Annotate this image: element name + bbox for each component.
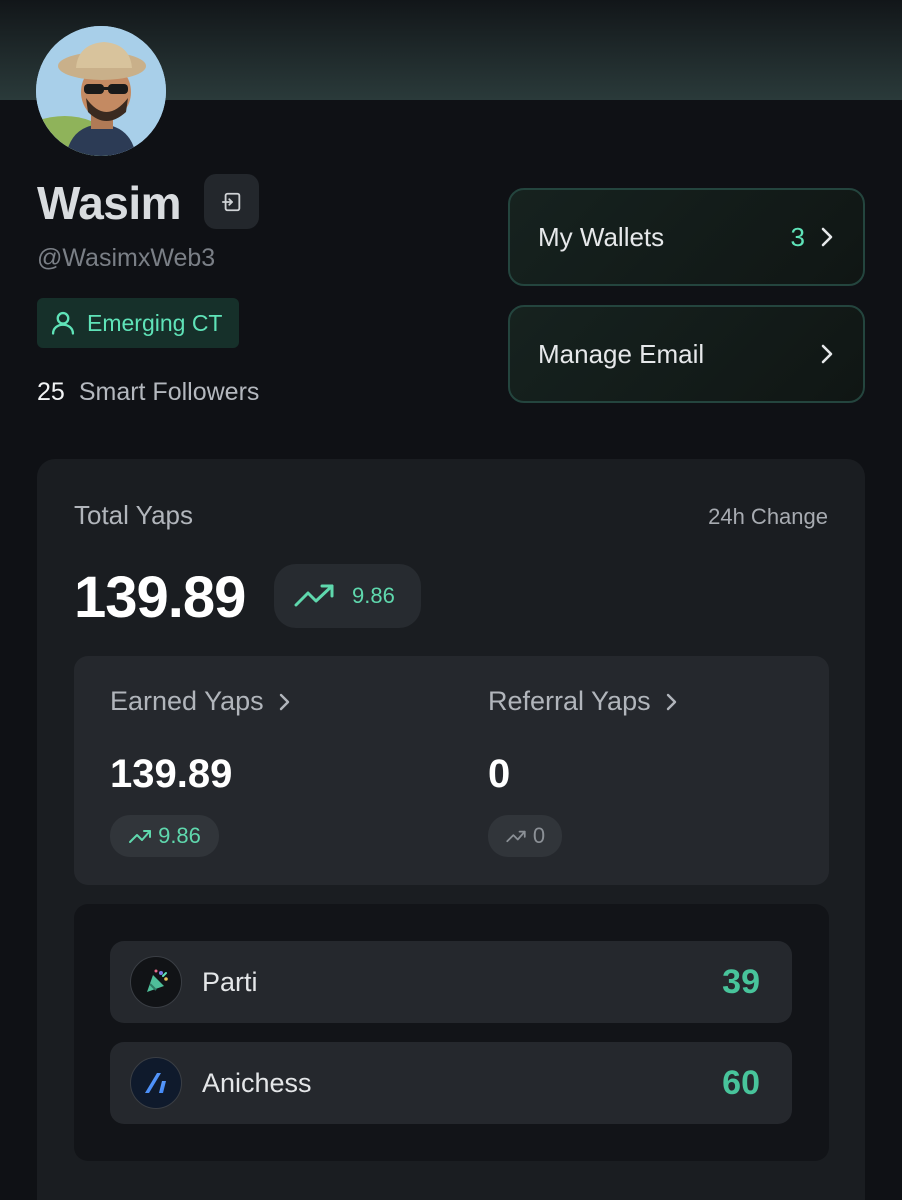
total-change-value: 9.86 (352, 583, 395, 608)
party-popper-icon (130, 956, 182, 1008)
list-item-anichess[interactable]: Anichess 60 (110, 1042, 792, 1124)
change-24h-label: 24h Change (708, 504, 828, 529)
wallets-count: 3 (790, 221, 805, 252)
my-wallets-label: My Wallets (538, 221, 665, 252)
smart-followers-label: Smart Followers (78, 378, 260, 406)
referral-change-value: 0 (532, 823, 546, 848)
user-icon (51, 311, 75, 335)
status-badge: Emerging CT (37, 298, 239, 348)
referral-yaps-value: 0 (488, 752, 511, 796)
trending-up-icon (294, 584, 334, 607)
profile-name: Wasim (37, 177, 182, 229)
my-wallets-button[interactable]: My Wallets 3 (508, 188, 865, 286)
earned-change-value: 9.86 (158, 823, 201, 848)
avatar[interactable] (36, 26, 166, 156)
trending-up-icon (506, 830, 526, 843)
total-change-pill: 9.86 (274, 564, 421, 628)
profile-handle: @WasimxWeb3 (37, 244, 216, 272)
earned-change-pill: 9.86 (110, 815, 219, 857)
manage-email-label: Manage Email (538, 338, 705, 369)
chevron-right-icon (666, 693, 676, 710)
manage-email-button[interactable]: Manage Email (508, 305, 865, 403)
smart-followers[interactable]: 25 Smart Followers (37, 378, 259, 407)
earned-yaps-link[interactable]: Earned Yaps (110, 686, 290, 717)
chevron-right-icon (819, 226, 835, 248)
total-yaps-value: 139.89 (74, 565, 246, 630)
earned-yaps-label: Earned Yaps (110, 686, 264, 716)
total-yaps-label: Total Yaps (74, 500, 194, 530)
anichess-logo-icon (130, 1057, 182, 1109)
chevron-right-icon (279, 693, 289, 710)
project-score: 39 (722, 962, 760, 1001)
profile-page: Wasim @WasimxWeb3 Emerging CT 25 Smart Fo… (0, 0, 902, 1200)
status-badge-label: Emerging CT (87, 309, 223, 336)
referral-yaps-label: Referral Yaps (488, 686, 651, 716)
logout-button[interactable] (204, 174, 259, 229)
referral-change-pill: 0 (488, 815, 562, 857)
chevron-right-icon (819, 343, 835, 365)
earned-yaps-value: 139.89 (110, 752, 233, 796)
smart-followers-count: 25 (37, 378, 65, 406)
project-score: 60 (722, 1063, 760, 1102)
logout-icon (221, 192, 240, 211)
project-name: Parti (202, 966, 258, 997)
referral-yaps-link[interactable]: Referral Yaps (488, 686, 677, 717)
project-name: Anichess (202, 1067, 312, 1098)
trending-up-icon (129, 830, 152, 843)
list-item-parti[interactable]: Parti 39 (110, 941, 792, 1023)
